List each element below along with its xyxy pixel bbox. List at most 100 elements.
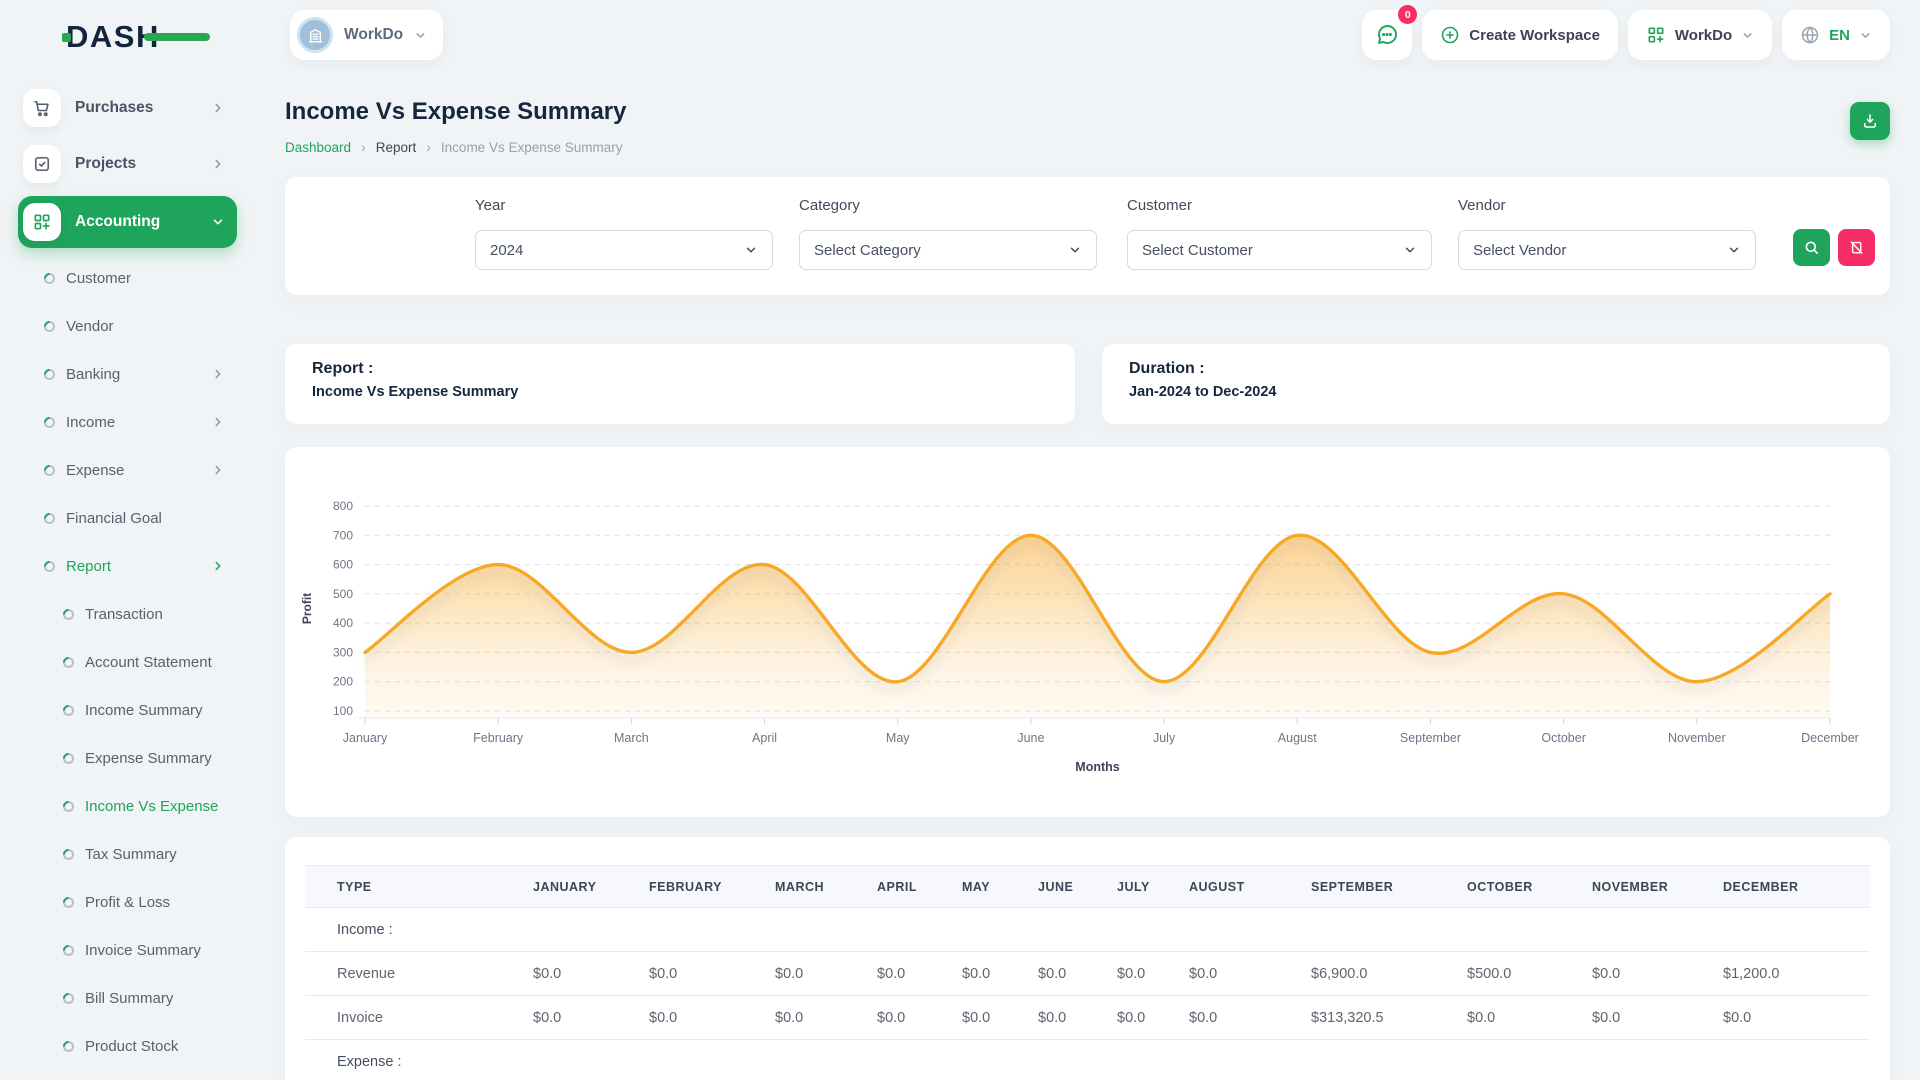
svg-text:800: 800 [333,499,353,513]
workspace-menu-button[interactable]: WorkDo [1628,10,1772,60]
sidebar: DASH Purchases Projects Accounting Customer… [0,0,255,1080]
download-button[interactable] [1850,102,1890,140]
page-header: Income Vs Expense Summary Dashboard › Re… [285,98,1890,155]
sidebar-item-label: Tax Summary [85,846,177,863]
sidebar-item-expense-summary[interactable]: Expense Summary [18,734,237,782]
sidebar-item-vendor[interactable]: Vendor [18,302,237,350]
chat-icon [1375,23,1399,47]
workspace-name: WorkDo [344,26,403,44]
sidebar-item-account-statement[interactable]: Account Statement [18,638,237,686]
bullet-icon [63,657,74,668]
logo-accent-bar-icon [144,33,210,41]
sidebar-item-label: Transaction [85,606,163,623]
sidebar-item-banking[interactable]: Banking [18,350,237,398]
bullet-icon [63,801,74,812]
app-logo[interactable]: DASH [66,16,216,58]
bullet-icon [63,945,74,956]
sidebar-nav: Purchases Projects Accounting CustomerVendo… [18,84,237,1080]
category-select[interactable]: Select Category [799,230,1097,270]
sidebar-item-label: Report [66,558,111,575]
sidebar-item-financial-goal[interactable]: Financial Goal [18,494,237,542]
cell-value: $0.0 [1723,996,1870,1040]
svg-text:600: 600 [333,558,353,572]
cell-value: $0.0 [1189,952,1311,996]
cart-icon [23,89,61,127]
svg-text:500: 500 [333,587,353,601]
sidebar-item-report[interactable]: Report [18,542,237,590]
chevron-down-icon [414,29,427,42]
breadcrumb-report[interactable]: Report [376,140,417,155]
sidebar-item-profit-loss[interactable]: Profit & Loss [18,878,237,926]
svg-text:Profit: Profit [300,593,314,624]
breadcrumb-dashboard[interactable]: Dashboard [285,140,351,155]
language-selector[interactable]: EN [1782,10,1890,60]
table-row: Invoice$0.0$0.0$0.0$0.0$0.0$0.0$0.0$0.0$… [305,996,1870,1040]
create-workspace-button[interactable]: Create Workspace [1422,10,1618,60]
breadcrumb-current: Income Vs Expense Summary [441,140,623,155]
income-vs-expense-chart: 100200300400500600700800JanuaryFebruaryM… [285,447,1890,817]
sidebar-item-income-vs-expense[interactable]: Income Vs Expense [18,782,237,830]
apply-filter-button[interactable] [1793,229,1830,266]
sidebar-item-income[interactable]: Income [18,398,237,446]
sidebar-item-bill-summary[interactable]: Bill Summary [18,974,237,1022]
sidebar-item-customer[interactable]: Customer [18,254,237,302]
messages-button[interactable]: 0 [1362,10,1412,60]
bullet-icon [44,273,55,284]
sidebar-item-accounting[interactable]: Accounting [18,196,237,248]
svg-text:400: 400 [333,616,353,630]
chevron-right-icon [211,101,225,115]
chevron-right-icon [211,157,225,171]
duration-value: Jan-2024 to Dec-2024 [1129,384,1863,400]
sidebar-item-expense[interactable]: Expense [18,446,237,494]
svg-text:June: June [1017,731,1044,745]
sidebar-item-product-stock[interactable]: Product Stock [18,1022,237,1070]
cell-value: $0.0 [533,952,649,996]
grid-plus-icon [1646,25,1666,45]
sidebar-item-label: Projects [75,155,136,173]
cell-value: $1,200.0 [1723,952,1870,996]
column-header: NOVEMBER [1592,866,1723,908]
filter-card: Year 2024 Category Select Category Custo… [285,177,1890,295]
download-icon [1861,112,1879,130]
customer-label: Customer [1127,197,1192,214]
vendor-select[interactable]: Select Vendor [1458,230,1756,270]
vendor-label: Vendor [1458,197,1506,214]
column-header: MAY [962,866,1038,908]
sidebar-item-transaction[interactable]: Transaction [18,590,237,638]
chevron-right-icon [211,559,225,573]
reset-filter-button[interactable] [1838,229,1875,266]
column-header: OCTOBER [1467,866,1592,908]
sidebar-item-income-summary[interactable]: Income Summary [18,686,237,734]
svg-text:September: September [1400,731,1461,745]
workspace-switcher[interactable]: WorkDo [290,10,443,60]
bullet-icon [44,321,55,332]
sidebar-item-projects[interactable]: Projects [18,140,237,188]
cell-value: $0.0 [962,996,1038,1040]
sidebar-item-purchases[interactable]: Purchases [18,84,237,132]
workspace-menu-label: WorkDo [1675,27,1732,44]
customer-select[interactable]: Select Customer [1127,230,1432,270]
report-label: Report : [312,360,1048,378]
year-value: 2024 [490,242,523,259]
globe-icon [1800,25,1820,45]
sidebar-item-cash-flow[interactable]: Cash Flow [18,1070,237,1080]
bullet-icon [44,465,55,476]
column-header: APRIL [877,866,962,908]
search-icon [1803,239,1820,256]
table-section-row: Expense : [305,1040,1870,1080]
sidebar-item-invoice-summary[interactable]: Invoice Summary [18,926,237,974]
year-filter: Year [475,197,505,214]
sidebar-item-tax-summary[interactable]: Tax Summary [18,830,237,878]
check-square-icon [23,145,61,183]
cell-value: $0.0 [877,952,962,996]
year-select[interactable]: 2024 [475,230,773,270]
column-header: TYPE [305,866,533,908]
breadcrumb-separator-icon: › [426,139,431,155]
create-workspace-label: Create Workspace [1469,27,1600,44]
column-header: JULY [1117,866,1189,908]
cell-value: $0.0 [775,996,877,1040]
page-content: Income Vs Expense Summary Dashboard › Re… [255,70,1920,1080]
row-label: Invoice [305,996,533,1040]
customer-filter: Customer [1127,197,1192,214]
column-header: JANUARY [533,866,649,908]
